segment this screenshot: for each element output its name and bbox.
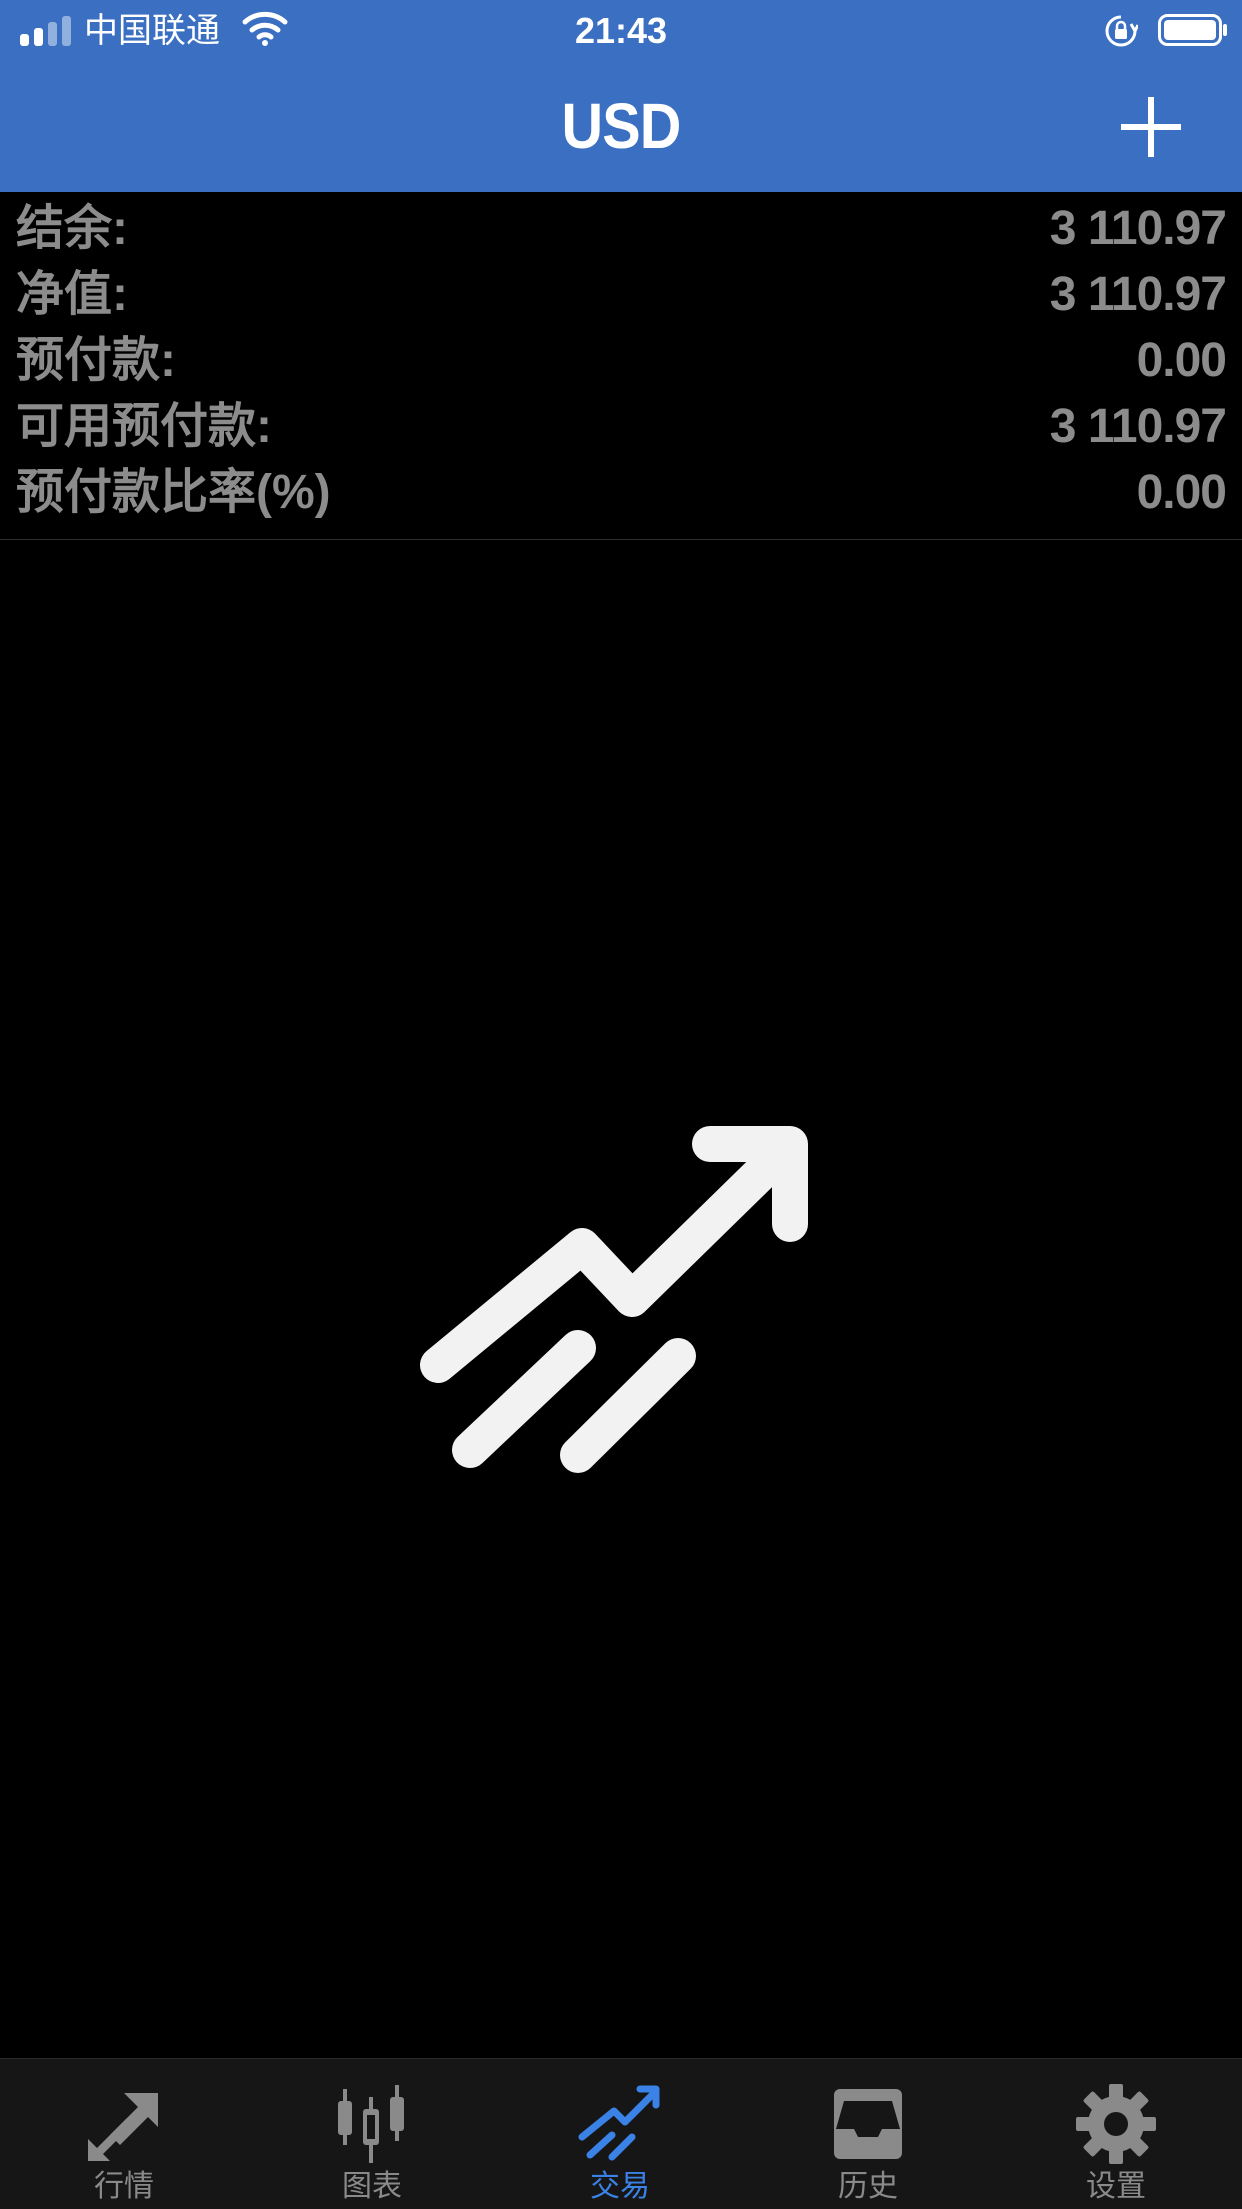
candlestick-chart-icon [338, 2085, 404, 2163]
tab-settings[interactable]: 设置 [992, 2059, 1240, 2209]
gear-icon [1076, 2084, 1156, 2164]
summary-row-margin-level: 预付款比率(%) 0.00 [0, 460, 1242, 526]
rotation-lock-icon [1105, 15, 1138, 47]
free-margin-value: 3 110.97 [1049, 400, 1227, 453]
free-margin-label: 可用预付款: [16, 400, 272, 453]
equity-value: 3 110.97 [1049, 268, 1227, 321]
tab-charts[interactable]: 图表 [248, 2059, 496, 2209]
summary-row-margin: 预付款: 0.00 [0, 328, 1242, 394]
summary-row-equity: 净值: 3 110.97 [0, 262, 1242, 328]
battery-icon [1158, 14, 1227, 46]
nav-bar: USD [0, 62, 1242, 192]
margin-label: 预付款: [16, 334, 176, 387]
tab-quotes-label: 行情 [94, 2170, 154, 2203]
header: 中国联通 21:43 USD [0, 0, 1242, 192]
tab-quotes[interactable]: 行情 [0, 2059, 248, 2209]
margin-level-value: 0.00 [1136, 466, 1227, 519]
tab-settings-label: 设置 [1086, 2170, 1146, 2203]
tab-charts-label: 图表 [342, 2170, 402, 2203]
tab-history[interactable]: 历史 [744, 2059, 992, 2209]
margin-value: 0.00 [1136, 334, 1227, 387]
account-summary: 结余: 3 110.97 净值: 3 110.97 预付款: 0.00 可用预付… [0, 196, 1242, 540]
add-order-button[interactable] [1118, 94, 1184, 160]
tab-trade[interactable]: 交易 [496, 2059, 744, 2209]
balance-value: 3 110.97 [1049, 202, 1227, 255]
page-title: USD [561, 90, 682, 162]
summary-divider [0, 539, 1242, 540]
trade-trend-icon [578, 2085, 660, 2161]
margin-level-label: 预付款比率(%) [16, 466, 331, 519]
bottom-tab-bar: 行情 图表 交易 历史 设置 [0, 2058, 1242, 2209]
balance-label: 结余: [16, 202, 128, 255]
status-bar: 中国联通 21:43 [0, 0, 1242, 62]
quotes-arrows-icon [88, 2093, 158, 2161]
summary-row-balance: 结余: 3 110.97 [0, 196, 1242, 262]
equity-label: 净值: [16, 268, 128, 321]
history-inbox-icon [834, 2089, 902, 2159]
tab-history-label: 历史 [838, 2170, 898, 2203]
tab-trade-label: 交易 [590, 2170, 650, 2203]
status-time: 21:43 [574, 10, 668, 51]
summary-row-free-margin: 可用预付款: 3 110.97 [0, 394, 1242, 460]
plus-icon [1121, 97, 1181, 157]
trade-trend-arrow-icon [420, 1126, 808, 1473]
